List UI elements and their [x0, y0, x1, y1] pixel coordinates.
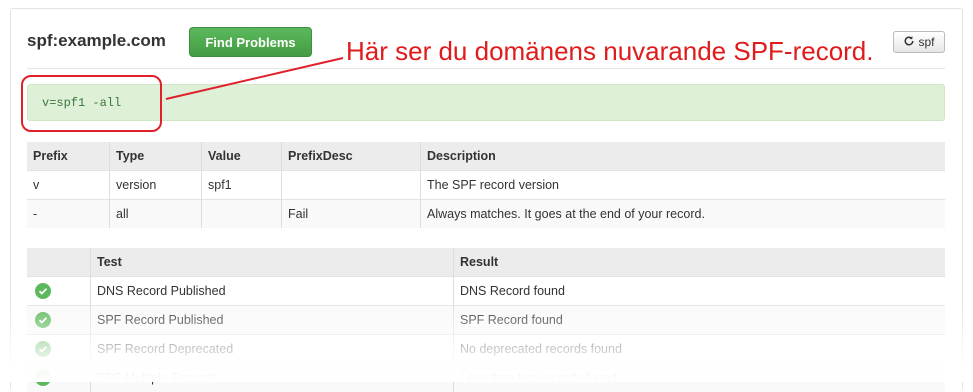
table-header-row: Prefix Type Value PrefixDesc Description [27, 142, 945, 171]
cell-result: No deprecated records found [454, 335, 946, 364]
spf-record-table: Prefix Type Value PrefixDesc Description… [27, 142, 945, 228]
table-row: DNS Record Published DNS Record found [27, 277, 945, 306]
cell-test: SPF Record Published [91, 306, 454, 335]
cell-type: all [110, 200, 202, 229]
table-row: SPF Multiple Records Less than two recor… [27, 364, 945, 392]
column-header: Description [421, 142, 946, 171]
find-problems-button[interactable]: Find Problems [189, 27, 312, 57]
check-circle-icon [35, 370, 51, 386]
page-title: spf:example.com [27, 31, 166, 51]
spf-button-label: spf [918, 35, 934, 49]
refresh-icon [903, 35, 915, 50]
annotation-highlight-box [21, 75, 162, 132]
column-header: Prefix [27, 142, 110, 171]
table-row: SPF Record Published SPF Record found [27, 306, 945, 335]
cell-test: DNS Record Published [91, 277, 454, 306]
column-header: PrefixDesc [282, 142, 421, 171]
check-circle-icon [35, 341, 51, 357]
cell-result: DNS Record found [454, 277, 946, 306]
spf-refresh-button[interactable]: spf [893, 31, 945, 53]
column-header: Value [202, 142, 282, 171]
find-problems-label: Find Problems [205, 35, 295, 50]
check-circle-icon [35, 283, 51, 299]
table-row: v version spf1 The SPF record version [27, 171, 945, 200]
cell-result: SPF Record found [454, 306, 946, 335]
column-header: Type [110, 142, 202, 171]
cell-result: Less than two records found [454, 364, 946, 392]
table-header-row: Test Result [27, 248, 945, 277]
cell-description: The SPF record version [421, 171, 946, 200]
column-header: Result [454, 248, 946, 277]
cell-prefix: v [27, 171, 110, 200]
header-divider [27, 68, 945, 69]
cell-prefixdesc: Fail [282, 200, 421, 229]
check-circle-icon [35, 312, 51, 328]
cell-prefixdesc [282, 171, 421, 200]
cell-value [202, 200, 282, 229]
table-row: - all Fail Always matches. It goes at th… [27, 200, 945, 229]
cell-type: version [110, 171, 202, 200]
cell-test: SPF Multiple Records [91, 364, 454, 392]
cell-value: spf1 [202, 171, 282, 200]
annotation-text: Här ser du domänens nuvarande SPF-record… [346, 36, 874, 67]
cell-description: Always matches. It goes at the end of yo… [421, 200, 946, 229]
spf-record-box: v=spf1 -all [27, 84, 945, 121]
column-header-status [27, 248, 91, 277]
column-header: Test [91, 248, 454, 277]
cell-prefix: - [27, 200, 110, 229]
cell-test: SPF Record Deprecated [91, 335, 454, 364]
test-results-table: Test Result DNS Record Published DNS Rec… [27, 248, 945, 392]
table-row: SPF Record Deprecated No deprecated reco… [27, 335, 945, 364]
